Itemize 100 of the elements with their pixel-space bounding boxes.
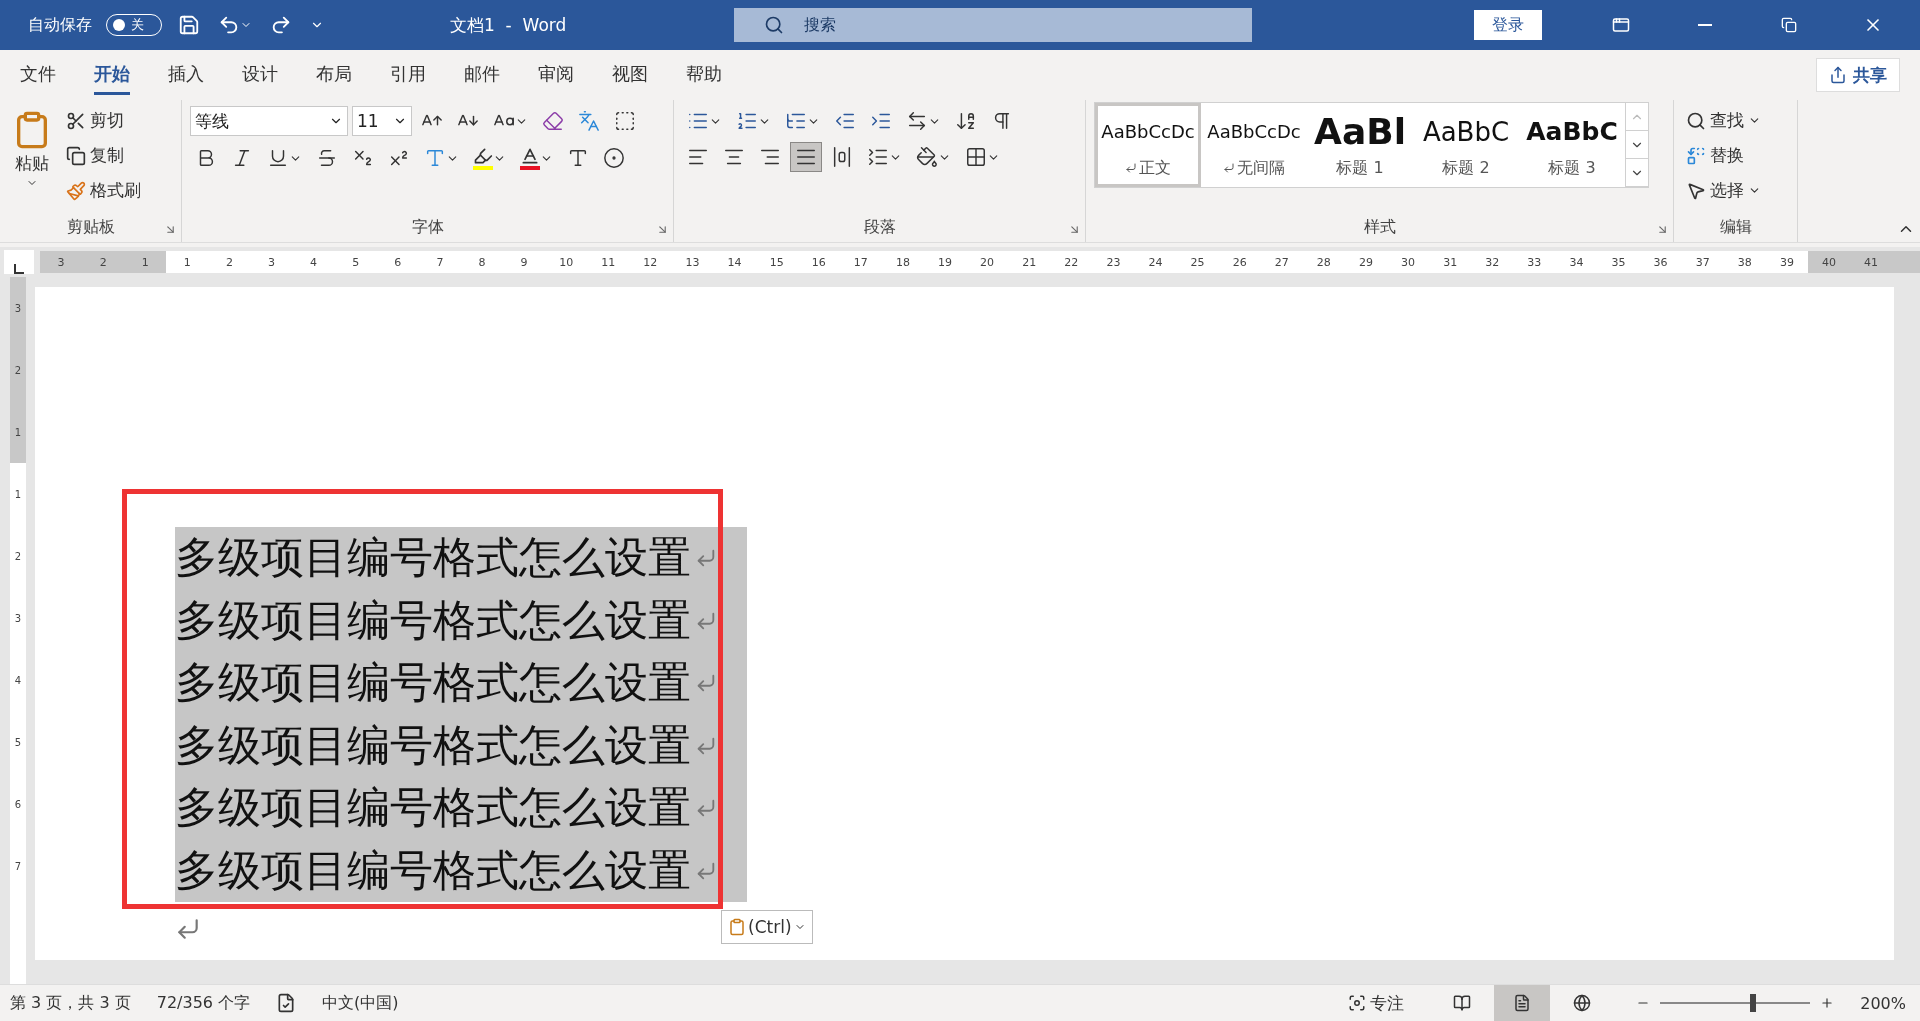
group-label: 样式 xyxy=(1362,216,1397,238)
ruler-number: 6 xyxy=(393,255,403,269)
paste-options-button[interactable]: (Ctrl) xyxy=(721,910,813,944)
zoom-percent[interactable]: 200% xyxy=(1860,993,1906,1013)
ribbon-tab[interactable]: 视图 xyxy=(612,55,648,95)
paragraph-text: 多级项目编号格式怎么设置 xyxy=(175,781,691,835)
page-count[interactable]: 第 3 页，共 3 页 xyxy=(10,992,131,1014)
ruler-number: 1 xyxy=(140,255,150,269)
proofing-icon[interactable] xyxy=(276,993,297,1013)
group-label: 剪贴板 xyxy=(65,216,116,238)
select-button[interactable]: 选择 xyxy=(1682,176,1765,205)
find-button[interactable]: 查找 xyxy=(1682,106,1765,135)
paste-button[interactable]: 粘贴 xyxy=(8,106,56,212)
search-field[interactable]: 搜索 xyxy=(734,8,1252,42)
ribbon-tab[interactable]: 插入 xyxy=(168,55,204,95)
ruler-number: 25 xyxy=(1189,255,1206,269)
tab-selector[interactable] xyxy=(4,250,34,274)
book-icon xyxy=(1453,994,1472,1012)
word-count[interactable]: 72/356 个字 xyxy=(156,992,251,1014)
phonetic-guide-icon xyxy=(578,110,600,132)
replace-icon xyxy=(1686,145,1706,166)
ribbon-tab[interactable]: 布局 xyxy=(316,55,352,95)
paragraph-text: 多级项目编号格式怎么设置 xyxy=(175,843,691,897)
login-button[interactable]: 登录 xyxy=(1474,10,1542,40)
paragraph-mark-icon xyxy=(175,916,201,942)
ruler-number: 1 xyxy=(10,401,26,463)
ruler-number: 17 xyxy=(852,255,869,269)
line-spacing-icon xyxy=(867,146,889,168)
paintbrush-icon xyxy=(66,180,86,201)
ruler-number: 24 xyxy=(1147,255,1164,269)
format-painter-button[interactable]: 格式刷 xyxy=(62,176,145,205)
style-item[interactable]: AaBbCcDc 正文 xyxy=(1095,103,1201,187)
clear-formatting-icon xyxy=(542,110,564,132)
ruler-number: 33 xyxy=(1526,255,1543,269)
copy-button[interactable]: 复制 xyxy=(62,141,145,170)
group-label: 编辑 xyxy=(1718,216,1753,238)
dialog-launcher-icon[interactable] xyxy=(164,223,177,236)
replace-button[interactable]: 替换 xyxy=(1682,141,1765,170)
ribbon-tab[interactable]: 邮件 xyxy=(464,55,500,95)
dialog-launcher-icon[interactable] xyxy=(1656,223,1669,236)
ruler-number: 1 xyxy=(182,255,192,269)
focus-icon xyxy=(1348,994,1367,1012)
focus-button[interactable]: 专注 xyxy=(1344,988,1409,1018)
ruler-number: 38 xyxy=(1736,255,1753,269)
ruler-number: 3 xyxy=(56,255,66,269)
print-layout-button[interactable] xyxy=(1494,985,1551,1021)
ruler-number: 2 xyxy=(98,255,108,269)
font-name-select[interactable]: 等线 xyxy=(190,106,348,136)
ribbon-tab[interactable]: 设计 xyxy=(242,55,278,95)
group-label: 段落 xyxy=(862,216,897,238)
language-label[interactable]: 中文(中国) xyxy=(322,992,399,1014)
ribbon-tab[interactable]: 文件 xyxy=(20,55,56,95)
zoom-in-icon[interactable] xyxy=(1820,996,1835,1010)
ruler-number: 20 xyxy=(979,255,996,269)
autosave-label: 自动保存 xyxy=(28,14,92,36)
page-icon xyxy=(1513,994,1532,1012)
share-button[interactable]: 共享 xyxy=(1816,58,1900,92)
align-justify-button[interactable] xyxy=(790,142,822,172)
ruler-number: 10 xyxy=(558,255,575,269)
ruler-number: 28 xyxy=(1315,255,1332,269)
scissors-icon xyxy=(66,110,86,131)
ruler-number: 22 xyxy=(1063,255,1080,269)
undo-icon xyxy=(218,14,240,36)
character-shading-icon xyxy=(567,147,589,169)
save-icon xyxy=(178,14,200,36)
ruler-number: 27 xyxy=(1273,255,1290,269)
restore-icon xyxy=(1781,17,1797,33)
ruler-number: 14 xyxy=(726,255,743,269)
ruler-number: 19 xyxy=(937,255,953,269)
search-icon xyxy=(1686,110,1706,131)
ribbon-tab[interactable]: 引用 xyxy=(390,55,426,95)
zoom-thumb[interactable] xyxy=(1750,994,1757,1012)
minimize-icon xyxy=(1698,24,1712,26)
font-size-select[interactable]: 11 xyxy=(352,106,412,136)
character-border-icon xyxy=(614,110,636,132)
ruler-number: 16 xyxy=(810,255,827,269)
ruler-number: 15 xyxy=(768,255,785,269)
ruler-number: 32 xyxy=(1484,255,1501,269)
ruler-number: 12 xyxy=(642,255,659,269)
group-label: 字体 xyxy=(410,216,445,238)
shading-icon xyxy=(916,146,938,168)
ribbon-tab[interactable]: 帮助 xyxy=(686,55,722,95)
ribbon-display-icon xyxy=(1612,16,1630,34)
window-title: 文档1 - Word xyxy=(450,13,568,37)
ruler-number: 31 xyxy=(1442,255,1459,269)
ruler-number: 39 xyxy=(1778,255,1795,269)
cut-button[interactable]: 剪切 xyxy=(62,106,145,135)
ribbon-tab[interactable]: 审阅 xyxy=(538,55,574,95)
ruler-number: 7 xyxy=(435,255,445,269)
paragraph-text: 多级项目编号格式怎么设置 xyxy=(175,656,691,710)
ribbon-tab[interactable]: 开始 xyxy=(94,55,130,95)
dialog-launcher-icon[interactable] xyxy=(1068,223,1081,236)
strikethrough-icon xyxy=(316,147,338,169)
ruler-number: 21 xyxy=(1021,255,1038,269)
borders-icon xyxy=(965,146,987,168)
dialog-launcher-icon[interactable] xyxy=(656,223,669,236)
ruler-number: 34 xyxy=(1568,255,1585,269)
ruler-number: 18 xyxy=(894,255,911,269)
clipboard-icon xyxy=(728,918,746,936)
paragraph-text: 多级项目编号格式怎么设置 xyxy=(175,531,691,585)
